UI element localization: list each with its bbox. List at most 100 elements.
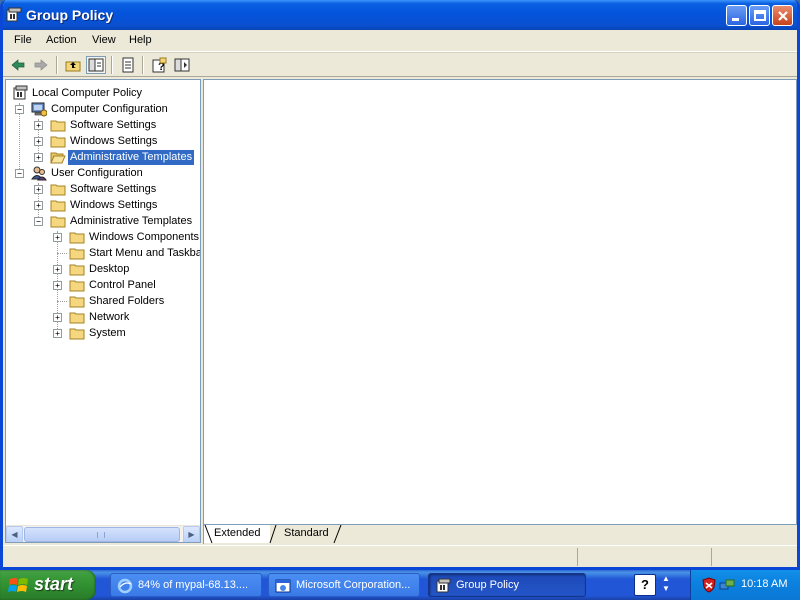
tree-label: Shared Folders <box>89 295 165 307</box>
tree-label: Software Settings <box>70 119 157 131</box>
tree-label: Local Computer Policy <box>32 87 143 99</box>
folder-icon <box>69 232 85 244</box>
folder-icon <box>50 120 66 132</box>
tree-item-uc-windows-settings[interactable]: + Windows Settings <box>6 197 200 213</box>
details-pane[interactable] <box>203 79 797 524</box>
tree-item-network[interactable]: + Network <box>6 309 200 325</box>
scroll-right-button[interactable]: ▶ <box>183 526 200 542</box>
forward-arrow-icon <box>34 59 48 71</box>
tree-label: Desktop <box>89 263 130 275</box>
back-button[interactable] <box>8 56 28 74</box>
tree-item-desktop[interactable]: + Desktop <box>6 261 200 277</box>
tree-item-system[interactable]: + System <box>6 325 200 341</box>
console-tree[interactable]: Local Computer Policy − Computer Configu… <box>5 79 201 543</box>
expand-toggle[interactable]: + <box>34 153 43 162</box>
expand-toggle[interactable]: + <box>53 265 62 274</box>
export-list-icon <box>122 57 134 73</box>
collapse-toggle[interactable]: − <box>34 217 43 226</box>
tree-label: Windows Settings <box>70 199 158 211</box>
show-hide-tree-button[interactable] <box>86 56 106 74</box>
menu-bar: File Action View Help <box>3 30 797 52</box>
ie-download-icon <box>117 578 133 594</box>
tree-item-local-computer-policy[interactable]: Local Computer Policy <box>6 85 200 101</box>
folder-icon <box>69 248 85 260</box>
tree-item-shared-folders[interactable]: Shared Folders <box>6 293 200 309</box>
windows-logo-icon <box>8 578 28 592</box>
tree-item-computer-configuration[interactable]: − Computer Configuration <box>6 101 200 117</box>
security-shield-icon[interactable] <box>701 577 717 593</box>
folder-icon <box>69 328 85 340</box>
folder-icon <box>50 216 66 228</box>
forward-button[interactable] <box>31 56 51 74</box>
expand-toggle[interactable]: + <box>53 313 62 322</box>
expand-toggle[interactable]: + <box>34 137 43 146</box>
tab-label: Extended <box>214 527 261 539</box>
window-icon <box>275 579 291 593</box>
tree-view[interactable]: Local Computer Policy − Computer Configu… <box>6 83 200 523</box>
status-panel <box>577 548 711 566</box>
tree-label-selected: Administrative Templates <box>68 150 195 165</box>
open-folder-icon <box>50 152 66 164</box>
console-tree-icon <box>88 58 104 72</box>
status-bar <box>3 545 797 567</box>
tree-item-start-menu-taskbar[interactable]: Start Menu and Taskbar <box>6 245 200 261</box>
task-label: Microsoft Corporation... <box>296 579 411 591</box>
tree-item-user-configuration[interactable]: − User Configuration <box>6 165 200 181</box>
scroll-left-button[interactable]: ◀ <box>6 526 23 542</box>
group-policy-icon <box>6 7 22 22</box>
network-icon[interactable] <box>719 577 735 593</box>
collapse-toggle[interactable]: − <box>15 169 24 178</box>
system-tray: 10:18 AM <box>690 570 800 600</box>
tree-item-cc-administrative-templates[interactable]: + Administrative Templates <box>6 149 200 165</box>
up-folder-icon <box>65 61 81 72</box>
start-label: start <box>34 574 74 594</box>
tab-standard[interactable]: Standard <box>274 525 338 543</box>
tree-item-windows-components[interactable]: + Windows Components <box>6 229 200 245</box>
folder-icon <box>69 264 85 276</box>
tree-item-control-panel[interactable]: + Control Panel <box>6 277 200 293</box>
close-button[interactable] <box>772 5 793 26</box>
export-list-button[interactable] <box>118 56 138 74</box>
task-download[interactable]: 84% of mypal-68.13.... <box>110 573 262 597</box>
tree-item-uc-administrative-templates[interactable]: − Administrative Templates <box>6 213 200 229</box>
help-tray-button[interactable]: ? <box>634 574 656 596</box>
title-bar[interactable]: Group Policy <box>3 0 797 30</box>
close-icon <box>778 11 788 21</box>
policy-scroll-icon <box>13 85 28 100</box>
tree-label: User Configuration <box>51 167 143 179</box>
taskbar: start 84% of mypal-68.13.... Microsoft C… <box>0 570 800 600</box>
maximize-button[interactable] <box>749 5 770 26</box>
menu-action[interactable]: Action <box>46 34 77 46</box>
show-hide-action-pane-button[interactable] <box>172 56 192 74</box>
expand-toggle[interactable]: + <box>34 121 43 130</box>
up-one-level-button[interactable] <box>63 56 83 74</box>
view-tabs: Extended Standard <box>203 524 797 544</box>
tree-item-cc-software-settings[interactable]: + Software Settings <box>6 117 200 133</box>
expand-toggle[interactable]: + <box>53 281 62 290</box>
action-pane-icon <box>174 58 190 72</box>
toolbar: ? <box>3 53 797 77</box>
help-button[interactable]: ? <box>149 56 169 74</box>
toolbar-separator <box>142 56 144 74</box>
folder-icon <box>50 200 66 212</box>
folder-icon <box>69 296 85 308</box>
expand-toggle[interactable]: + <box>34 185 43 194</box>
tree-item-uc-software-settings[interactable]: + Software Settings <box>6 181 200 197</box>
scroll-thumb[interactable] <box>24 527 180 542</box>
menu-help[interactable]: Help <box>129 34 152 46</box>
tray-expand-icon[interactable]: ▲ ▼ <box>662 574 670 594</box>
tree-item-cc-windows-settings[interactable]: + Windows Settings <box>6 133 200 149</box>
minimize-button[interactable] <box>726 5 747 26</box>
expand-toggle[interactable]: + <box>34 201 43 210</box>
menu-view[interactable]: View <box>92 34 116 46</box>
tree-label: System <box>89 327 126 339</box>
expand-toggle[interactable]: + <box>53 233 62 242</box>
start-button[interactable]: start <box>0 570 96 600</box>
menu-file[interactable]: File <box>14 34 32 46</box>
horizontal-scrollbar[interactable]: ◀ ▶ <box>6 525 200 542</box>
expand-toggle[interactable]: + <box>53 329 62 338</box>
minimize-icon <box>732 18 739 21</box>
task-microsoft-corporation[interactable]: Microsoft Corporation... <box>268 573 420 597</box>
collapse-toggle[interactable]: − <box>15 105 24 114</box>
task-group-policy[interactable]: Group Policy <box>428 573 586 597</box>
